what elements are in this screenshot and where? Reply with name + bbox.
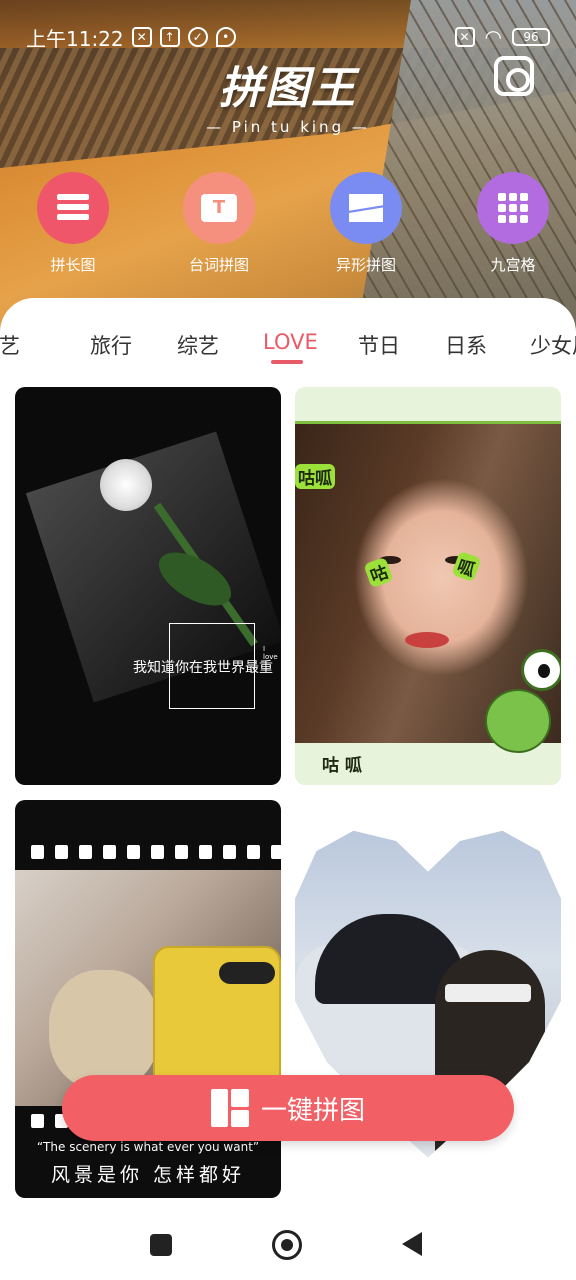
app-logo: 拼图王 — Pin tu king — (0, 52, 576, 136)
blindfold (445, 984, 531, 1002)
tool-label: 台词拼图 (188, 256, 249, 274)
template-card-frog[interactable]: 咕呱 咕 呱 咕 呱 (295, 387, 561, 785)
card1-caption: 我知道你在我世界最重 (133, 660, 273, 676)
category-tabs: 文艺 旅行 综艺 LOVE 节日 日系 少女风 (0, 330, 576, 370)
nine-grid-icon (477, 172, 549, 244)
cta-label: 一键拼图 (260, 1095, 365, 1126)
dog-photo (49, 970, 159, 1090)
settings-icon[interactable] (494, 56, 534, 96)
upload-icon: ↑ (159, 27, 180, 47)
tool-label: 九宫格 (490, 256, 536, 274)
active-tab-indicator (271, 360, 303, 364)
long-stitch-icon (37, 172, 109, 244)
logo-title: 拼图王 (219, 63, 357, 114)
sim-off-icon: ✕ (454, 27, 475, 47)
logo-subtitle: — Pin tu king — (206, 118, 370, 136)
shape-stitch-icon (330, 172, 402, 244)
tool-long-stitch[interactable]: 拼长图 (28, 172, 118, 275)
system-nav-bar (0, 1210, 576, 1280)
check-icon: ✓ (187, 27, 208, 47)
rose-flower (100, 459, 152, 511)
one-click-collage-button[interactable]: 一键拼图 (62, 1075, 514, 1141)
location-icon: • (215, 27, 236, 47)
status-time: 上午11:22 (26, 26, 124, 51)
sticker-guagua: 咕呱 (295, 464, 335, 489)
card1-small-text: I love (263, 645, 278, 661)
mute-icon: ✕ (131, 27, 152, 47)
tab-girly[interactable]: 少女风 (530, 330, 576, 360)
card2-bottom-text: 咕 呱 (322, 756, 362, 776)
tab-variety[interactable]: 综艺 (177, 330, 219, 360)
card3-quote: “The scenery is what ever you want” (36, 1140, 260, 1154)
logo-subtitle-text: Pin tu king (231, 118, 345, 136)
template-card-rose[interactable]: 我知道你在我世界最重 I love (15, 387, 281, 785)
tab-festival[interactable]: 节日 (358, 330, 400, 360)
tool-subtitle-stitch[interactable]: T 台词拼图 (174, 172, 264, 275)
status-bar: 上午11:22 ✕ ↑ ✓ • ✕ ◠ 96 (0, 20, 576, 54)
tool-label: 异形拼图 (335, 256, 396, 274)
tab-travel[interactable]: 旅行 (90, 330, 132, 360)
film-holes-top (15, 845, 281, 859)
recent-apps-icon[interactable] (150, 1234, 172, 1256)
tool-nine-grid[interactable]: 九宫格 (468, 172, 558, 275)
tab-japanese[interactable]: 日系 (445, 330, 487, 360)
tool-label: 拼长图 (50, 256, 96, 274)
frog-sticker (485, 649, 561, 759)
collage-icon (210, 1089, 249, 1127)
wifi-icon: ◠ (484, 25, 502, 49)
tab-wenyi[interactable]: 文艺 (0, 330, 20, 360)
portrait-lips (405, 632, 449, 648)
subtitle-stitch-icon: T (183, 172, 255, 244)
battery-indicator: 96 (512, 28, 550, 46)
back-icon[interactable] (402, 1232, 422, 1256)
tool-shape-stitch[interactable]: 异形拼图 (321, 172, 411, 275)
card3-caption: 风景是你 怎样都好 (50, 1164, 246, 1186)
tab-love[interactable]: LOVE (263, 330, 318, 354)
home-icon[interactable] (272, 1230, 302, 1260)
app-screen: 上午11:22 ✕ ↑ ✓ • ✕ ◠ 96 拼图王 — Pin tu king… (0, 0, 576, 1280)
